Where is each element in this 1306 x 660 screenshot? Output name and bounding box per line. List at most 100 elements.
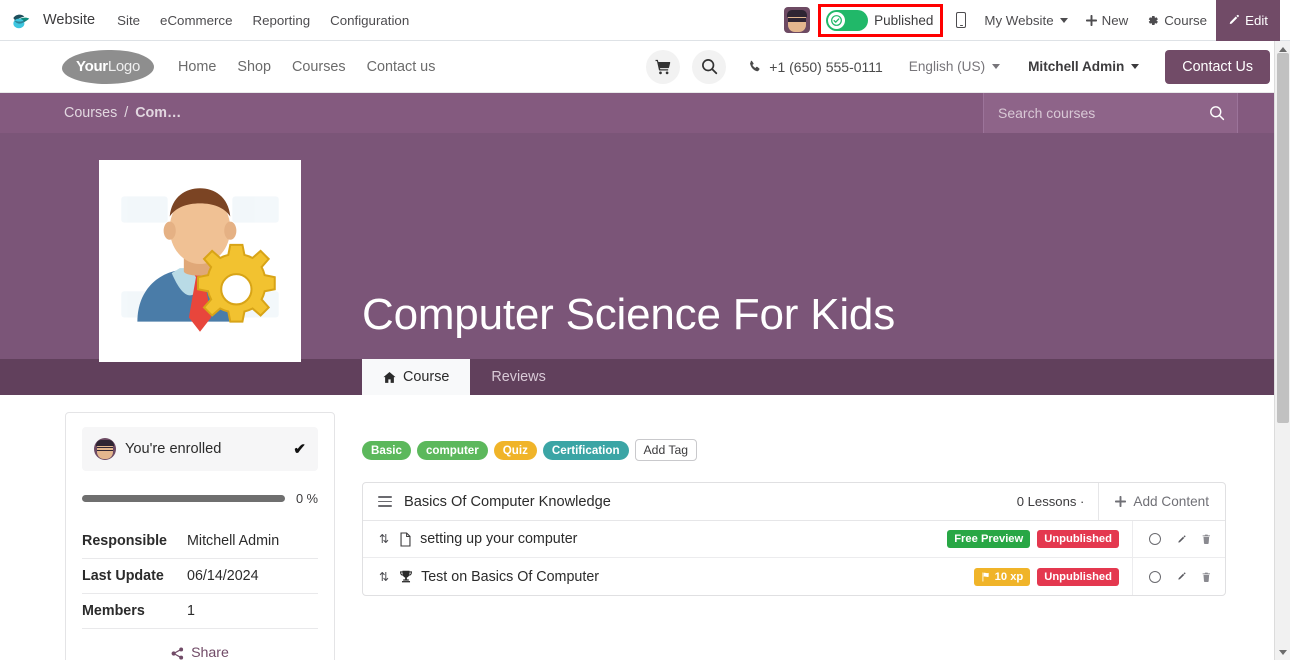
user-menu[interactable]: Mitchell Admin: [1028, 59, 1140, 74]
tab-reviews[interactable]: Reviews: [470, 359, 566, 395]
my-website-label: My Website: [984, 12, 1054, 28]
page-scrollbar[interactable]: [1274, 41, 1290, 660]
phone-number[interactable]: +1 (650) 555-0111: [748, 59, 883, 75]
contact-us-button[interactable]: Contact Us: [1165, 49, 1270, 84]
course-content-panel: Basics Of Computer Knowledge 0 Lessons ·…: [362, 482, 1226, 596]
row-actions: [1132, 520, 1225, 558]
tag-basic[interactable]: Basic: [362, 440, 411, 460]
published-toggle-highlight[interactable]: Published: [818, 3, 944, 37]
content-title[interactable]: setting up your computer: [420, 531, 577, 547]
site-nav: Home Shop Courses Contact us: [178, 59, 435, 75]
info-key-responsible: Responsible: [82, 524, 187, 559]
user-avatar[interactable]: [784, 7, 811, 33]
language-selector[interactable]: English (US): [908, 59, 1001, 74]
check-circle-icon: [831, 14, 843, 26]
nav-home[interactable]: Home: [178, 59, 216, 75]
share-icon: [171, 646, 184, 660]
sort-handle-icon[interactable]: ⇅: [379, 533, 389, 545]
nav-courses[interactable]: Courses: [292, 59, 346, 75]
edit-button[interactable]: Edit: [1216, 0, 1280, 41]
add-content-inline-button[interactable]: Add Content: [1098, 483, 1225, 521]
page-title: Computer Science For Kids: [362, 290, 895, 339]
chevron-down-icon: [992, 64, 1001, 69]
table-row: Last Update 06/14/2024: [82, 558, 318, 594]
status-badge-unpublished[interactable]: Unpublished: [1037, 530, 1119, 548]
enrolled-label: You're enrolled: [125, 441, 222, 457]
breadcrumb-courses[interactable]: Courses: [64, 105, 117, 121]
pencil-icon: [1229, 14, 1239, 25]
logo-primary-text: Your: [75, 58, 108, 75]
lesson-count-label: 0 Lessons ·: [1016, 494, 1085, 509]
app-viewport: Website Site eCommerce Reporting Configu…: [0, 0, 1290, 660]
menu-reporting[interactable]: Reporting: [252, 13, 310, 28]
menu-ecommerce[interactable]: eCommerce: [160, 13, 232, 28]
complete-toggle-icon[interactable]: [1149, 570, 1161, 583]
scroll-down-arrow-icon[interactable]: [1275, 644, 1290, 660]
enrolled-status: You're enrolled ✔: [82, 427, 318, 471]
search-icon: [701, 59, 717, 75]
pencil-icon[interactable]: [1177, 570, 1186, 583]
row-badges: Free Preview Unpublished: [947, 530, 1132, 548]
course-settings-button[interactable]: Course: [1137, 0, 1216, 41]
pencil-icon[interactable]: [1177, 533, 1186, 546]
backend-menu: Site eCommerce Reporting Configuration: [117, 13, 409, 28]
site-logo[interactable]: Your Logo: [62, 49, 154, 84]
nav-shop[interactable]: Shop: [237, 59, 271, 75]
content-title[interactable]: Test on Basics Of Computer: [421, 569, 599, 585]
search-icon[interactable]: [1209, 105, 1225, 121]
search-courses-box[interactable]: [983, 93, 1238, 133]
tab-course-label: Course: [403, 369, 450, 385]
gear-icon: [1149, 15, 1159, 25]
backend-app-name: Website: [43, 12, 96, 28]
trash-icon[interactable]: [1202, 570, 1211, 584]
mobile-icon: [956, 12, 967, 28]
check-icon: ✔: [293, 441, 306, 458]
search-courses-input[interactable]: [998, 105, 1209, 121]
my-website-dropdown[interactable]: My Website: [975, 0, 1076, 41]
published-label: Published: [874, 12, 934, 28]
info-value-members: 1: [187, 593, 318, 629]
new-button[interactable]: New: [1077, 0, 1138, 41]
tag-certification[interactable]: Certification: [542, 440, 629, 460]
table-row[interactable]: ⇅ Test on Basics Of Computer 10 xp Unpub…: [363, 558, 1225, 595]
section-title: Basics Of Computer Knowledge: [404, 493, 611, 510]
home-icon: [383, 371, 396, 383]
progress-percent-label: 0 %: [295, 491, 318, 506]
language-label: English (US): [908, 59, 986, 74]
course-sidebar-card: You're enrolled ✔ 0 % Responsible Mitche…: [65, 412, 335, 660]
document-icon: [399, 531, 412, 547]
plus-icon: [1085, 14, 1097, 26]
page-body: You're enrolled ✔ 0 % Responsible Mitche…: [0, 395, 1290, 660]
scrollbar-thumb[interactable]: [1277, 53, 1289, 423]
course-tags: Basic computer Quiz Certification Add Ta…: [362, 439, 698, 461]
share-button[interactable]: Share: [82, 645, 318, 660]
drag-handle-icon[interactable]: [378, 496, 392, 507]
menu-site[interactable]: Site: [117, 13, 140, 28]
complete-toggle-icon[interactable]: [1149, 533, 1161, 545]
table-row[interactable]: ⇅ setting up your computer Free Preview …: [363, 520, 1225, 558]
row-badges: 10 xp Unpublished: [973, 567, 1132, 586]
odoo-logo-icon: [13, 14, 30, 29]
site-header-right: +1 (650) 555-0111 English (US) Mitchell …: [646, 49, 1270, 84]
course-tabs: Course Reviews: [0, 359, 1290, 395]
tab-reviews-label: Reviews: [491, 369, 546, 385]
backend-navbar-right: Published My Website New Course Edit: [784, 0, 1280, 41]
website-header: Your Logo Home Shop Courses Contact us +…: [0, 41, 1290, 93]
tag-computer[interactable]: computer: [416, 440, 488, 460]
cart-button[interactable]: [646, 49, 681, 84]
trash-icon[interactable]: [1202, 532, 1211, 546]
nav-contact-us[interactable]: Contact us: [367, 59, 436, 75]
mobile-preview-button[interactable]: [947, 0, 975, 41]
sort-handle-icon[interactable]: ⇅: [379, 571, 389, 583]
breadcrumb-current: Com…: [135, 105, 182, 121]
info-value-responsible: Mitchell Admin: [187, 524, 318, 559]
search-button[interactable]: [692, 49, 727, 84]
published-toggle[interactable]: [826, 9, 869, 31]
status-badge-unpublished[interactable]: Unpublished: [1037, 567, 1119, 586]
add-tag-button[interactable]: Add Tag: [634, 439, 698, 461]
tag-quiz[interactable]: Quiz: [493, 440, 537, 460]
table-row: Members 1: [82, 593, 318, 629]
row-actions: [1132, 558, 1225, 595]
menu-configuration[interactable]: Configuration: [330, 13, 409, 28]
tab-course[interactable]: Course: [362, 359, 471, 395]
